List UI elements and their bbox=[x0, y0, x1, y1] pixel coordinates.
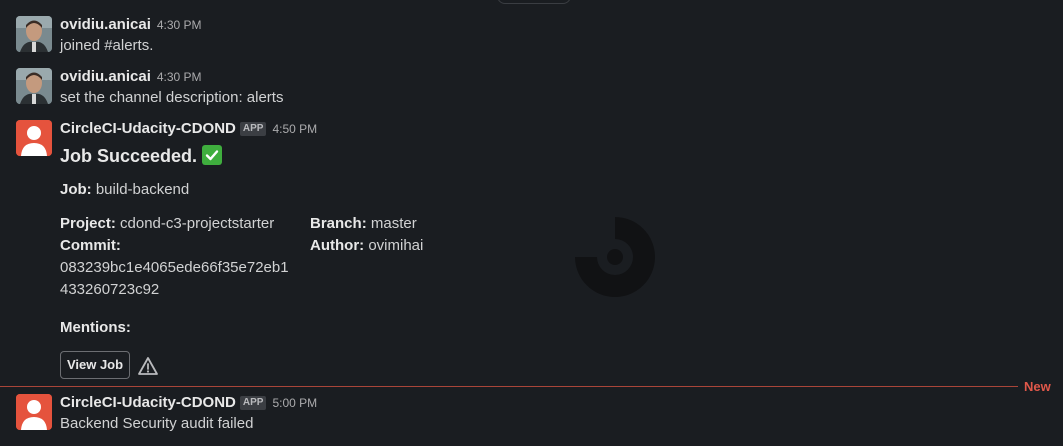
project-label: Project bbox=[60, 215, 111, 232]
title-text: Job Succeeded. bbox=[60, 146, 198, 166]
job-label: Job bbox=[60, 181, 87, 198]
avatar[interactable] bbox=[16, 394, 52, 430]
timestamp[interactable]: 4:30 PM bbox=[157, 70, 202, 84]
app-badge: APP bbox=[239, 396, 267, 410]
branch-value: master bbox=[370, 215, 417, 232]
commit-label: Commit bbox=[60, 237, 116, 254]
message-text: joined #alerts. bbox=[60, 37, 154, 54]
job-field: Job: build-backend bbox=[60, 181, 190, 198]
author-name[interactable]: ovidiu.anicai bbox=[60, 16, 151, 33]
scroll-indicator bbox=[497, 0, 571, 4]
job-value: build-backend bbox=[95, 181, 190, 198]
message-text: set the channel description: alerts bbox=[60, 89, 284, 106]
author-field: Author: ovimihai bbox=[310, 237, 424, 254]
branch-label: Branch bbox=[310, 215, 362, 232]
warning-icon[interactable] bbox=[137, 356, 159, 380]
author-name[interactable]: CircleCI-Udacity-CDOND bbox=[60, 394, 236, 411]
timestamp[interactable]: 4:30 PM bbox=[157, 18, 202, 32]
author-label: Author bbox=[310, 237, 360, 254]
commit-value-line2: 433260723c92 bbox=[60, 281, 160, 298]
message-text: Backend Security audit failed bbox=[60, 415, 254, 432]
new-messages-divider bbox=[0, 386, 1018, 387]
app-badge: APP bbox=[239, 122, 267, 136]
branch-field: Branch: master bbox=[310, 215, 417, 232]
project-value: cdond-c3-projectstarter bbox=[120, 215, 275, 232]
author-value: ovimihai bbox=[368, 237, 424, 254]
new-label: New bbox=[1024, 379, 1051, 394]
mentions-label: Mentions: bbox=[60, 319, 131, 336]
check-mark-icon bbox=[202, 145, 223, 165]
job-status-title: Job Succeeded. bbox=[60, 144, 223, 168]
commit-field: Commit: bbox=[60, 237, 121, 254]
timestamp[interactable]: 4:50 PM bbox=[272, 122, 317, 136]
project-field: Project: cdond-c3-projectstarter bbox=[60, 215, 275, 232]
timestamp[interactable]: 5:00 PM bbox=[272, 396, 317, 410]
avatar[interactable] bbox=[16, 68, 52, 104]
author-name[interactable]: CircleCI-Udacity-CDOND bbox=[60, 120, 236, 137]
circleci-logo-icon bbox=[571, 213, 659, 305]
commit-value-line1: 083239bc1e4065ede66f35e72eb1 bbox=[60, 259, 289, 276]
avatar[interactable] bbox=[16, 16, 52, 52]
avatar[interactable] bbox=[16, 120, 52, 156]
view-job-button[interactable]: View Job bbox=[60, 351, 130, 379]
author-name[interactable]: ovidiu.anicai bbox=[60, 68, 151, 85]
